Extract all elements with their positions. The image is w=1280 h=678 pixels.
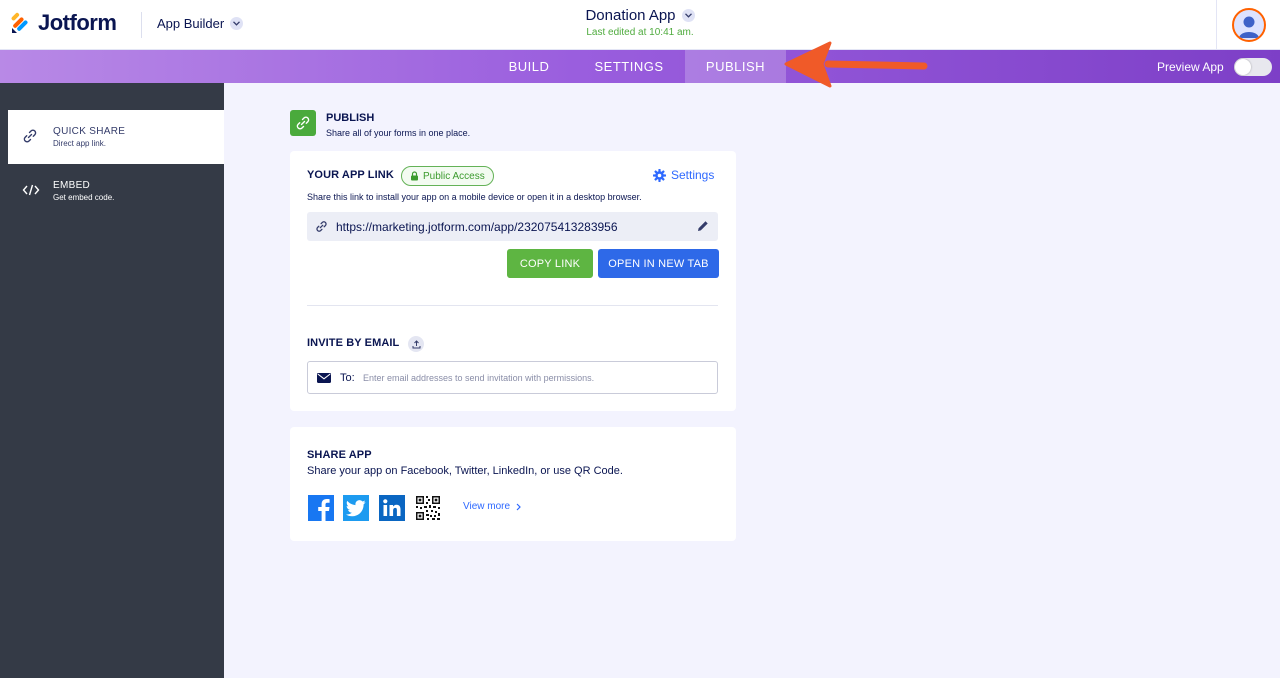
copy-link-button[interactable]: COPY LINK — [507, 249, 593, 278]
qr-code-icon[interactable] — [415, 495, 441, 521]
badge-label: Public Access — [423, 170, 485, 182]
preview-app-toggle[interactable] — [1234, 58, 1272, 76]
chevron-down-icon — [681, 9, 695, 22]
sidebar-item-text: EMBED Get embed code. — [53, 180, 114, 202]
twitter-icon[interactable] — [343, 495, 369, 521]
publish-subtitle: Share all of your forms in one place. — [326, 128, 471, 138]
section-divider — [307, 305, 718, 306]
top-header: Jotform App Builder Donation App Last ed… — [0, 0, 1280, 50]
settings-link-label: Settings — [671, 168, 715, 182]
linkedin-icon[interactable] — [379, 495, 405, 521]
tab-build[interactable]: BUILD — [490, 50, 568, 83]
sidebar-item-text: QUICK SHARE Direct app link. — [53, 126, 125, 148]
view-more-label: View more — [463, 501, 511, 512]
public-access-badge: Public Access — [401, 166, 494, 186]
open-in-new-tab-button[interactable]: OPEN IN NEW TAB — [598, 249, 719, 278]
toggle-knob — [1235, 59, 1251, 75]
app-link-description: Share this link to install your app on a… — [307, 192, 642, 202]
pencil-icon[interactable] — [697, 220, 709, 232]
avatar[interactable] — [1231, 8, 1266, 42]
sidebar: QUICK SHARE Direct app link. EMBED Get e… — [0, 83, 224, 678]
settings-link[interactable]: Settings — [653, 168, 714, 182]
sidebar-item-sublabel: Get embed code. — [53, 193, 115, 202]
app-link-card: YOUR APP LINK Public Access Settings Sha… — [290, 151, 736, 411]
link-icon — [23, 129, 37, 143]
user-icon — [1238, 16, 1259, 38]
upload-icon[interactable] — [408, 336, 424, 352]
app-link-url: https://marketing.jotform.com/app/232075… — [336, 220, 618, 234]
sidebar-item-label: QUICK SHARE — [53, 126, 126, 137]
app-title-dropdown[interactable]: Donation App — [585, 7, 695, 24]
tab-publish[interactable]: PUBLISH — [685, 50, 786, 83]
sidebar-item-label: EMBED — [53, 180, 91, 191]
code-icon — [22, 184, 40, 196]
preview-app-label: Preview App — [1157, 60, 1224, 74]
share-app-card: SHARE APP Share your app on Facebook, Tw… — [290, 427, 736, 541]
link-icon — [316, 221, 327, 232]
last-edited-text: Last edited at 10:41 am. — [586, 27, 694, 38]
annotation-arrow-icon — [784, 41, 928, 88]
sidebar-item-sublabel: Direct app link. — [53, 139, 106, 148]
sidebar-item-embed[interactable]: EMBED Get embed code. — [8, 164, 224, 218]
account-area — [1216, 0, 1280, 50]
publish-link-icon — [290, 110, 316, 136]
share-title: SHARE APP — [307, 449, 372, 461]
tab-settings[interactable]: SETTINGS — [585, 50, 673, 83]
invite-title: INVITE BY EMAIL — [307, 337, 400, 349]
gear-icon — [653, 168, 666, 182]
lock-icon — [411, 171, 418, 181]
app-title: Donation App — [585, 7, 676, 24]
view-more-link[interactable]: View more — [463, 501, 521, 512]
envelope-icon — [317, 373, 331, 383]
app-link-title: YOUR APP LINK — [307, 169, 394, 181]
email-input[interactable] — [363, 369, 703, 387]
facebook-icon[interactable] — [308, 495, 334, 521]
share-description: Share your app on Facebook, Twitter, Lin… — [307, 465, 623, 477]
sidebar-item-quick-share[interactable]: QUICK SHARE Direct app link. — [8, 110, 224, 164]
invite-email-field[interactable]: To: — [307, 361, 718, 394]
app-link-field[interactable]: https://marketing.jotform.com/app/232075… — [307, 212, 718, 241]
app-title-block: Donation App Last edited at 10:41 am. — [0, 7, 1280, 38]
publish-title: PUBLISH — [326, 112, 375, 124]
builder-nav: BUILD SETTINGS PUBLISH Preview App — [0, 50, 1280, 83]
chevron-right-icon — [516, 503, 521, 510]
to-label: To: — [340, 372, 355, 384]
